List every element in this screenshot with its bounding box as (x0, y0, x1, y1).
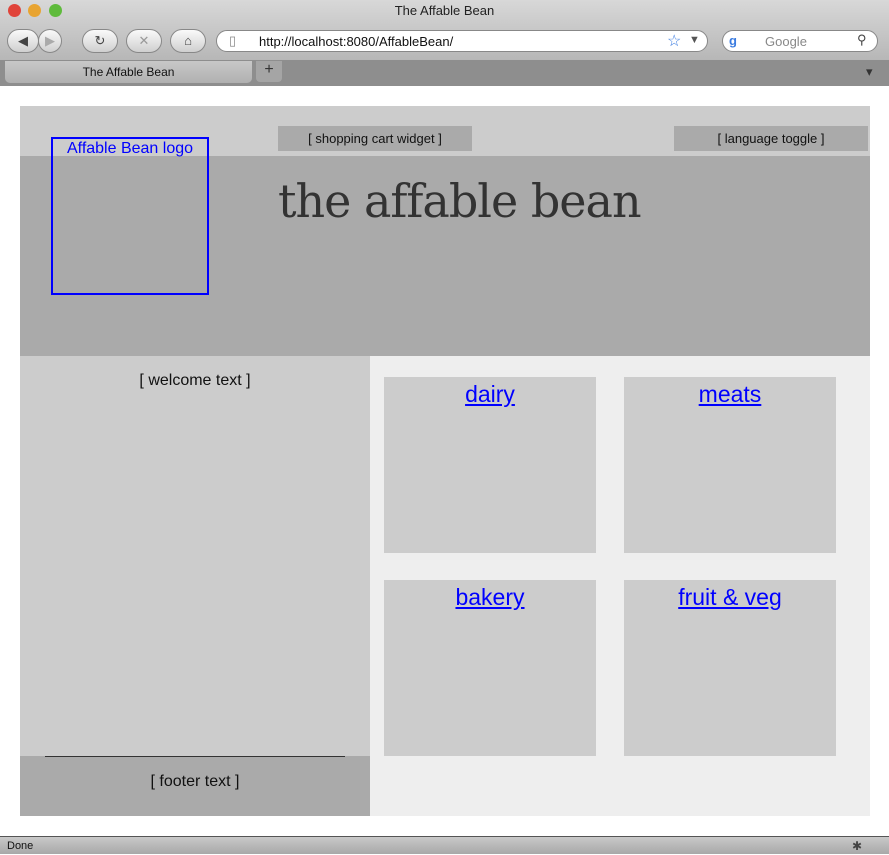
shopping-cart-widget[interactable]: [ shopping cart widget ] (278, 126, 472, 151)
category-meats[interactable]: meats (624, 377, 836, 553)
forward-arrow-icon: ▶ (45, 33, 55, 48)
stop-button[interactable]: ✕ (126, 29, 162, 53)
logo-placeholder[interactable]: Affable Bean logo (51, 137, 209, 295)
history-dropdown-icon[interactable]: ▼ (689, 34, 700, 46)
status-text: Done (7, 840, 34, 852)
back-button[interactable]: ◀ (7, 29, 39, 53)
home-button[interactable]: ⌂ (170, 29, 206, 53)
stop-icon: ✕ (138, 33, 150, 48)
category-link[interactable]: bakery (455, 584, 524, 610)
new-tab-button[interactable]: + (256, 61, 282, 82)
page-icon: ▯ (229, 33, 237, 48)
search-box[interactable]: g Google ⚲ (722, 30, 878, 52)
category-link[interactable]: fruit & veg (678, 584, 782, 610)
url-bar[interactable]: ▯ http://localhost:8080/AffableBean/ ☆ ▼ (216, 30, 708, 52)
firebug-bug-icon[interactable]: ✱ (852, 837, 862, 855)
back-arrow-icon: ◀ (18, 33, 28, 48)
footer-divider (45, 756, 345, 757)
category-fruit-veg[interactable]: fruit & veg (624, 580, 836, 756)
footer-text: [ footer text ] (150, 773, 240, 790)
search-input[interactable]: Google (765, 34, 807, 49)
bookmark-star-icon[interactable]: ☆ (667, 31, 681, 51)
site-title: the affable bean (278, 174, 642, 228)
url-text[interactable]: http://localhost:8080/AffableBean/ (259, 34, 453, 49)
category-link[interactable]: meats (699, 381, 762, 407)
category-bakery[interactable]: bakery (384, 580, 596, 756)
category-dairy[interactable]: dairy (384, 377, 596, 553)
tab-affable-bean[interactable]: The Affable Bean (5, 61, 252, 83)
google-icon[interactable]: g (729, 33, 737, 48)
status-bar: Done ✱ (0, 836, 889, 854)
category-link[interactable]: dairy (465, 381, 515, 407)
forward-button[interactable]: ▶ (38, 29, 62, 53)
language-toggle[interactable]: [ language toggle ] (674, 126, 868, 151)
home-icon: ⌂ (184, 33, 192, 48)
search-icon[interactable]: ⚲ (857, 32, 867, 48)
tab-list-icon[interactable]: ▾ (866, 64, 873, 80)
window-title: The Affable Bean (394, 3, 495, 18)
reload-icon: ↻ (94, 33, 106, 48)
reload-button[interactable]: ↻ (82, 29, 118, 53)
welcome-text: [ welcome text ] (139, 372, 251, 389)
left-column (20, 356, 370, 756)
